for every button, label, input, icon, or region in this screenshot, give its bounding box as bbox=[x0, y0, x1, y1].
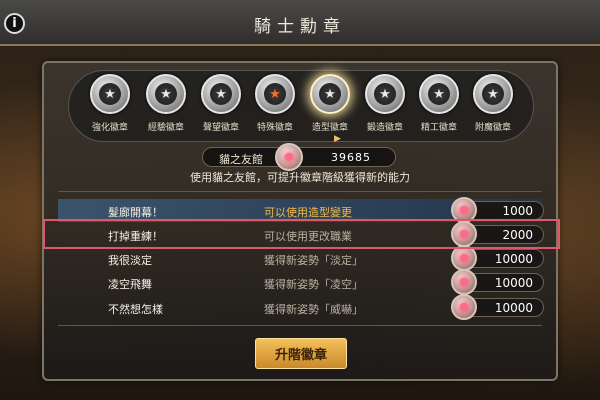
gem-medal-icon bbox=[451, 269, 477, 295]
star-medal-icon: ★ bbox=[146, 74, 186, 114]
badge-tab-3[interactable]: ★ 特殊徽章 bbox=[246, 74, 304, 133]
page-title: 騎士勳章 bbox=[254, 17, 346, 37]
ability-name: 我很淡定 bbox=[108, 254, 152, 267]
currency-value: 39685 bbox=[331, 151, 371, 164]
badge-tab-6[interactable]: ★ 精工徽章 bbox=[410, 74, 468, 133]
badge-label: 經驗徽章 bbox=[147, 123, 184, 133]
ability-name: 凌空飛舞 bbox=[108, 278, 152, 291]
highlight-box bbox=[43, 219, 560, 249]
cost-value: 10000 bbox=[494, 252, 533, 266]
orange-star-medal-icon: ★ bbox=[255, 74, 295, 114]
star-medal-icon: ★ bbox=[365, 74, 405, 114]
star-medal-icon: ★ bbox=[201, 74, 241, 114]
ability-row[interactable]: 我很淡定 獲得新姿勢「淡定」 10000 bbox=[58, 245, 544, 271]
cost-value: 1000 bbox=[502, 204, 533, 218]
badge-label: 強化徽章 bbox=[91, 123, 128, 133]
ability-desc: 可以使用造型變更 bbox=[264, 206, 352, 219]
ability-desc: 獲得新姿勢「威嚇」 bbox=[264, 303, 363, 316]
ability-name: 不然想怎樣 bbox=[108, 303, 163, 316]
ability-row[interactable]: 凌空飛舞 獲得新姿勢「凌空」 10000 bbox=[58, 269, 544, 295]
badge-tab-4[interactable]: ★ 造型徽章 bbox=[301, 74, 359, 133]
star-medal-icon: ★ bbox=[90, 74, 130, 114]
gem-medal-icon bbox=[451, 294, 477, 320]
ability-name: 髮廊開幕！ bbox=[108, 206, 163, 219]
ability-desc: 獲得新姿勢「凌空」 bbox=[264, 278, 363, 291]
badge-tab-0[interactable]: ★ 強化徽章 bbox=[81, 74, 139, 133]
badge-label: 聲望徽章 bbox=[202, 123, 239, 133]
ability-row[interactable]: 不然想怎樣 獲得新姿勢「威嚇」 10000 bbox=[58, 294, 544, 320]
badge-label: 精工徽章 bbox=[420, 123, 457, 133]
badge-label: 特殊徽章 bbox=[256, 123, 293, 133]
star-medal-icon: ★ bbox=[310, 74, 350, 114]
badge-label: 鍛造徽章 bbox=[366, 123, 403, 133]
badge-tab-7[interactable]: ★ 附魔徽章 bbox=[464, 74, 522, 133]
cost-value: 10000 bbox=[494, 276, 533, 290]
description-text: 使用貓之友館，可提升徽章階級獲得新的能力 bbox=[190, 171, 410, 184]
cost-value: 10000 bbox=[494, 301, 533, 315]
cursor-icon: ▶ bbox=[334, 134, 341, 144]
upgrade-badge-button[interactable]: 升階徽章 bbox=[255, 338, 347, 369]
star-medal-icon: ★ bbox=[419, 74, 459, 114]
badge-tab-1[interactable]: ★ 經驗徽章 bbox=[137, 74, 195, 133]
gem-medal-icon bbox=[275, 143, 303, 171]
star-medal-icon: ★ bbox=[473, 74, 513, 114]
badge-tab-2[interactable]: ★ 聲望徽章 bbox=[192, 74, 250, 133]
badge-label: 造型徽章 bbox=[311, 123, 348, 133]
badge-tab-5[interactable]: ★ 鍛造徽章 bbox=[356, 74, 414, 133]
badge-label: 附魔徽章 bbox=[474, 123, 511, 133]
currency-name: 貓之友館 bbox=[219, 153, 263, 166]
ability-desc: 獲得新姿勢「淡定」 bbox=[264, 254, 363, 267]
